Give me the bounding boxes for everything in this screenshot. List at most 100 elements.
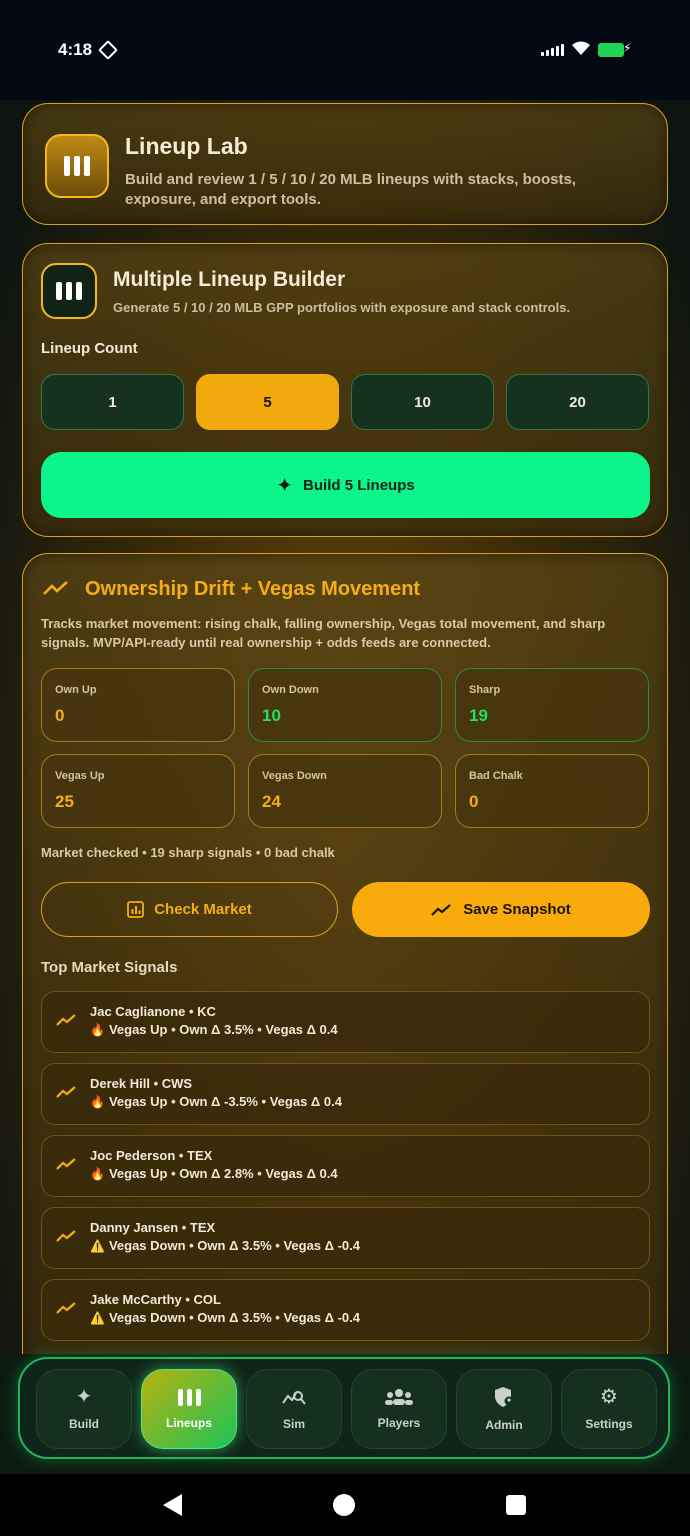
trending-up-icon [56, 1014, 76, 1026]
trending-up-icon [431, 903, 451, 916]
signal-meta: Vegas Down • Own Δ 3.5% • Vegas Δ -0.4 [108, 1238, 360, 1253]
stat-own-down: Own Down 10 [248, 668, 442, 742]
ownership-drift-card: Ownership Drift + Vegas Movement Tracks … [22, 553, 668, 1354]
back-icon[interactable] [163, 1494, 182, 1516]
stat-value: 10 [262, 706, 281, 725]
market-signal-item[interactable]: Derek Hill • CWS 🔥 Vegas Up • Own Δ -3.5%… [41, 1063, 650, 1125]
check-market-button[interactable]: Check Market [41, 882, 338, 937]
lineup-count-option-5[interactable]: 5 [196, 374, 339, 430]
signal-player: Joc Pederson • TEX [90, 1148, 213, 1163]
signal-icon [541, 44, 564, 56]
recents-icon[interactable] [506, 1495, 526, 1515]
nav-label: Settings [585, 1417, 633, 1431]
chart-search-icon [282, 1391, 306, 1405]
warning-icon: ⚠️ [90, 1239, 105, 1253]
nav-build[interactable]: ✦ Build [36, 1369, 132, 1449]
lineup-count-option-1[interactable]: 1 [41, 374, 184, 430]
home-icon[interactable] [333, 1494, 355, 1516]
fire-icon: 🔥 [90, 1095, 105, 1109]
builder-subtitle: Generate 5 / 10 / 20 MLB GPP portfolios … [113, 300, 571, 315]
stat-value: 0 [469, 792, 479, 811]
stat-label: Vegas Up [55, 770, 105, 782]
check-market-label: Check Market [154, 901, 252, 918]
stat-value: 24 [262, 792, 281, 811]
stat-sharp: Sharp 19 [455, 668, 649, 742]
market-signal-item[interactable]: Danny Jansen • TEX ⚠️ Vegas Down • Own Δ … [41, 1207, 650, 1269]
system-nav-bar [0, 1474, 690, 1536]
bottom-nav: ✦ Build Lineups Sim Players Admin ⚙ Sett… [18, 1357, 670, 1459]
app-screen: 4:18 ⚡ Lineup Lab Build and review 1 / 5… [0, 0, 690, 1536]
status-bar: 4:18 ⚡ [0, 0, 690, 100]
nav-sim[interactable]: Sim [246, 1369, 342, 1449]
drift-title: Ownership Drift + Vegas Movement [85, 578, 421, 600]
drift-description: Tracks market movement: rising chalk, fa… [41, 616, 606, 650]
nav-admin[interactable]: Admin [456, 1369, 552, 1449]
status-time: 4:18 [58, 40, 93, 59]
bars-icon [56, 282, 82, 300]
nav-label: Admin [485, 1418, 523, 1432]
stat-label: Own Down [262, 684, 319, 696]
people-icon [385, 1389, 413, 1405]
market-signal-item[interactable]: Joc Pederson • TEX 🔥 Vegas Up • Own Δ 2.8… [41, 1135, 650, 1197]
stat-label: Sharp [469, 684, 501, 696]
nav-players[interactable]: Players [351, 1369, 447, 1449]
lineup-count-label: Lineup Count [41, 340, 138, 357]
builder-title: Multiple Lineup Builder [113, 268, 346, 291]
nav-label: Sim [282, 1417, 305, 1431]
wifi-icon [572, 41, 590, 55]
nav-label: Lineups [165, 1415, 212, 1430]
market-signal-item[interactable]: Jac Caglianone • KC 🔥 Vegas Up • Own Δ 3.… [41, 991, 650, 1053]
stat-value: 25 [55, 792, 74, 811]
lineup-lab-logo [45, 134, 109, 198]
stat-vegas-up: Vegas Up 25 [41, 754, 235, 828]
signal-meta: Vegas Up • Own Δ -3.5% • Vegas Δ 0.4 [108, 1094, 342, 1109]
sim-icon [98, 40, 118, 60]
build-lineups-label: Build 5 Lineups [303, 476, 415, 494]
stat-value: 0 [55, 706, 65, 725]
fire-icon: 🔥 [90, 1167, 105, 1181]
stat-vegas-down: Vegas Down 24 [248, 754, 442, 828]
trending-up-icon [43, 581, 68, 595]
signal-meta: Vegas Up • Own Δ 3.5% • Vegas Δ 0.4 [108, 1022, 338, 1037]
lineup-count-option-20[interactable]: 20 [506, 374, 649, 430]
stat-label: Vegas Down [262, 770, 327, 782]
charging-icon: ⚡ [623, 41, 632, 55]
sparkles-icon: ✦ [276, 474, 294, 497]
bars-icon [64, 156, 90, 176]
stat-label: Bad Chalk [469, 770, 523, 782]
signal-player: Jake McCarthy • COL [90, 1292, 221, 1307]
signal-meta: Vegas Down • Own Δ 3.5% • Vegas Δ -0.4 [108, 1310, 360, 1325]
trending-up-icon [56, 1302, 76, 1314]
stat-own-up: Own Up 0 [41, 668, 235, 742]
shield-user-icon [495, 1387, 514, 1407]
nav-label: Build [69, 1417, 99, 1431]
save-snapshot-label: Save Snapshot [463, 901, 571, 918]
signal-player: Jac Caglianone • KC [90, 1004, 216, 1019]
trending-up-icon [56, 1086, 76, 1098]
gear-icon: ⚙ [600, 1386, 618, 1408]
nav-settings[interactable]: ⚙ Settings [561, 1369, 657, 1449]
trending-up-icon [56, 1230, 76, 1242]
nav-label: Players [377, 1416, 421, 1430]
main-scroll[interactable]: Lineup Lab Build and review 1 / 5 / 10 /… [0, 100, 690, 1354]
stat-label: Own Up [55, 684, 97, 696]
save-snapshot-button[interactable]: Save Snapshot [352, 882, 650, 937]
sparkles-icon: ✦ [75, 1386, 93, 1408]
lineup-lab-card: Lineup Lab Build and review 1 / 5 / 10 /… [22, 103, 668, 225]
signal-player: Derek Hill • CWS [90, 1076, 193, 1091]
battery-icon [598, 43, 624, 57]
market-signal-item[interactable]: Jake McCarthy • COL ⚠️ Vegas Down • Own Δ… [41, 1279, 650, 1341]
stat-value: 19 [469, 706, 488, 725]
stat-bad-chalk: Bad Chalk 0 [455, 754, 649, 828]
lineup-builder-card: Multiple Lineup Builder Generate 5 / 10 … [22, 243, 668, 537]
signal-meta: Vegas Up • Own Δ 2.8% • Vegas Δ 0.4 [108, 1166, 338, 1181]
top-market-signals-title: Top Market Signals [41, 959, 178, 976]
builder-logo [41, 263, 97, 319]
nav-lineups[interactable]: Lineups [141, 1369, 237, 1449]
page-title: Lineup Lab [125, 133, 248, 159]
trending-up-icon [56, 1158, 76, 1170]
build-lineups-button[interactable]: ✦ Build 5 Lineups [41, 452, 650, 518]
lineup-count-option-10[interactable]: 10 [351, 374, 494, 430]
warning-icon: ⚠️ [90, 1311, 105, 1325]
fire-icon: 🔥 [90, 1023, 105, 1037]
